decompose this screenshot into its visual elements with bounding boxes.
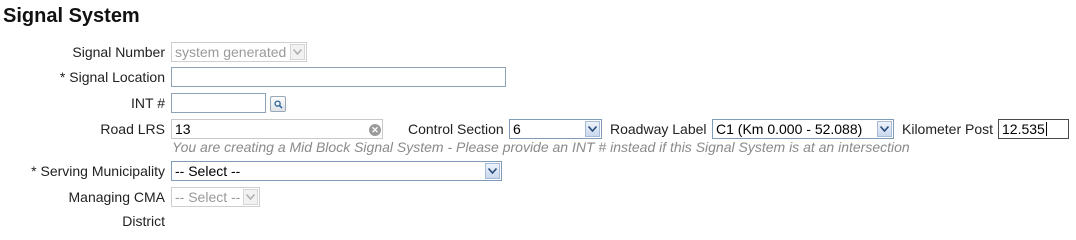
managing-cma-label: Managing CMA: [68, 189, 166, 205]
text-caret: [1045, 122, 1047, 136]
serving-municipality-value: -- Select --: [175, 163, 241, 179]
kilometer-post-input[interactable]: 12.535: [998, 119, 1069, 139]
chevron-down-icon: [877, 121, 892, 137]
magnifier-icon: [273, 99, 283, 109]
road-lrs-value: 13: [175, 121, 191, 137]
chevron-down-icon: [585, 121, 600, 137]
serving-municipality-row: * Serving Municipality -- Select --: [0, 160, 1076, 182]
page-title: Signal System: [3, 5, 140, 27]
kilometer-post-label: Kilometer Post: [902, 121, 994, 137]
chevron-down-icon: [485, 163, 500, 179]
int-number-row: INT #: [0, 92, 1076, 114]
signal-location-row: * Signal Location: [0, 66, 1076, 88]
int-number-input[interactable]: [171, 93, 266, 113]
clear-circle-icon[interactable]: ✕: [369, 124, 381, 136]
chevron-down-icon: [243, 189, 258, 205]
control-section-value: 6: [513, 121, 521, 137]
control-section-label: Control Section: [408, 121, 504, 137]
signal-number-row: Signal Number system generated: [0, 41, 1076, 63]
roadway-label-value: C1 (Km 0.000 - 52.088): [716, 121, 863, 137]
chevron-down-icon: [290, 44, 305, 60]
signal-number-select: system generated: [171, 42, 307, 62]
control-section-select[interactable]: 6: [509, 119, 602, 139]
district-label: District: [122, 213, 165, 229]
road-lrs-row: Road LRS 13 ✕ Control Section 6 Roadway …: [0, 118, 1076, 140]
kilometer-post-value: 12.535: [1002, 121, 1045, 137]
signal-number-label: Signal Number: [72, 44, 165, 60]
mid-block-hint: You are creating a Mid Block Signal Syst…: [172, 139, 910, 155]
managing-cma-value: -- Select --: [175, 189, 241, 205]
serving-municipality-select[interactable]: -- Select --: [171, 161, 502, 181]
serving-municipality-label: * Serving Municipality: [31, 163, 165, 179]
roadway-label-select[interactable]: C1 (Km 0.000 - 52.088): [712, 119, 894, 139]
managing-cma-row: Managing CMA -- Select --: [0, 186, 1076, 208]
road-lrs-label: Road LRS: [100, 121, 165, 137]
int-number-label: INT #: [131, 95, 165, 111]
roadway-label-label: Roadway Label: [610, 121, 707, 137]
district-row: District: [0, 210, 1076, 232]
road-lrs-input[interactable]: 13: [171, 119, 383, 139]
int-search-button[interactable]: [270, 96, 286, 112]
signal-number-value: system generated: [175, 44, 287, 60]
signal-location-label: * Signal Location: [59, 69, 165, 85]
signal-location-input[interactable]: [171, 67, 506, 87]
managing-cma-select: -- Select --: [171, 187, 260, 207]
